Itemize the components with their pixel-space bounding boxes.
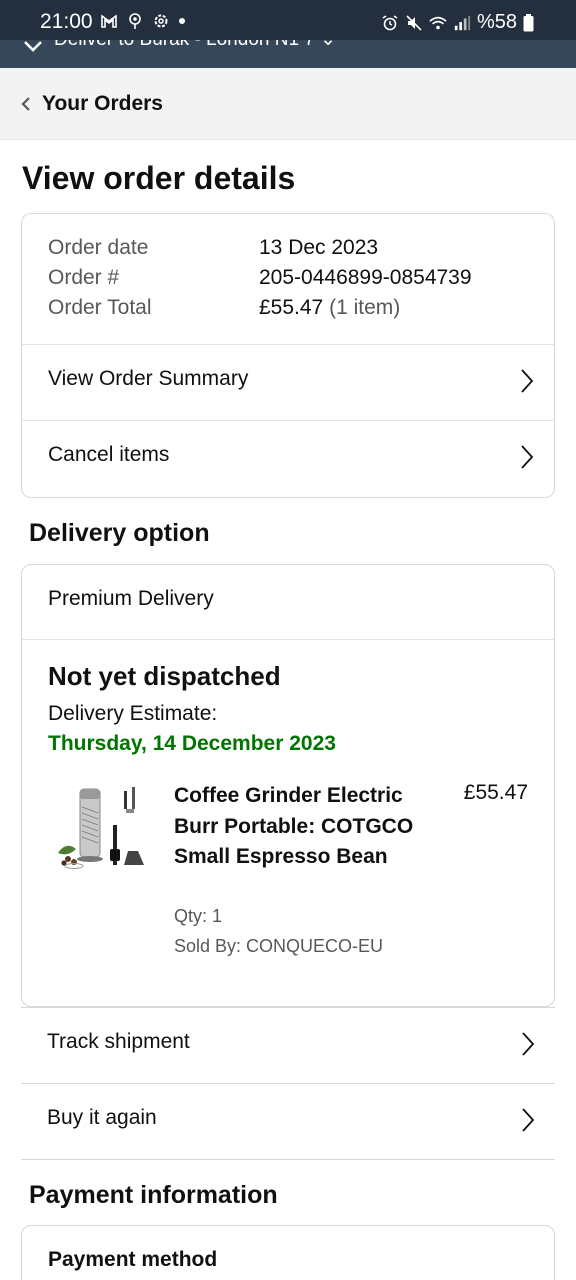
order-total-label: Order Total [48,296,152,319]
dot-icon [179,18,185,24]
order-total-items: (1 item) [329,296,401,319]
track-shipment-link[interactable]: Track shipment [21,1007,555,1083]
delivery-estimate-label: Delivery Estimate: [48,702,218,725]
view-order-summary-link[interactable]: View Order Summary [22,345,554,421]
wifi-icon [429,16,447,29]
status-time: 21:00 [40,10,93,33]
product-price: £55.47 [463,781,528,804]
status-right-icons: %58 [381,11,534,34]
breadcrumb-your-orders[interactable]: Your Orders [42,92,163,116]
gmail-icon [101,14,117,28]
settings-icon [154,14,168,28]
breadcrumb[interactable]: Your Orders [0,68,576,140]
deliver-to-bar[interactable]: Deliver to Burak - London N1 7 ⌄ [0,40,576,68]
battery-icon [523,13,534,31]
shipment-status: Not yet dispatched [48,661,281,691]
chevron-right-icon [522,1032,535,1056]
product-qty: Qty: 1 [174,906,223,926]
delivery-option-value: Premium Delivery [48,587,214,610]
order-total-value: £55.47 (1 item) [259,296,400,320]
view-order-summary-label: View Order Summary [48,367,249,390]
chevron-right-icon [521,369,534,393]
battery-percent: %58 [476,11,517,33]
order-date-value: 13 Dec 2023 [259,236,379,259]
signal-icon [454,15,471,30]
buy-it-again-label: Buy it again [47,1106,157,1129]
chevron-right-icon [522,1108,535,1132]
track-shipment-label: Track shipment [47,1030,190,1053]
product-seller: Sold By: CONQUECO-EU [174,936,384,956]
payment-card: Payment method [21,1225,555,1280]
cancel-items-link[interactable]: Cancel items [22,421,554,497]
status-bar: 21:00 %58 [0,0,576,40]
divider [22,639,554,640]
mute-icon [406,14,422,31]
page-title: View order details [22,160,296,196]
order-number-value: 205-0446899-0854739 [259,266,472,289]
chevron-right-icon [521,445,534,469]
delivery-estimate-date: Thursday, 14 December 2023 [48,732,336,755]
delivery-option-heading: Delivery option [29,519,210,547]
order-total-amount: £55.47 [259,296,324,319]
payment-information-heading: Payment information [29,1181,278,1209]
location-icon [129,13,141,29]
deliver-to-text: Deliver to Burak - London N1 7 ⌄ [54,40,336,51]
product-title[interactable]: Coffee Grinder Electric Burr Portable: C… [174,781,414,873]
order-info-card: Order date 13 Dec 2023 Order # 205-04468… [21,213,555,498]
delivery-card: Premium Delivery Not yet dispatched Deli… [21,564,555,1007]
product-image[interactable] [52,783,152,878]
chevron-down-icon [24,41,42,52]
status-left-icons [100,12,186,30]
payment-method-label: Payment method [48,1248,218,1271]
buy-it-again-link[interactable]: Buy it again [21,1083,555,1159]
order-number-label: Order # [48,266,120,289]
alarm-icon [382,14,398,30]
chevron-left-icon [21,97,30,111]
divider [21,1159,555,1160]
cancel-items-label: Cancel items [48,443,170,466]
order-date-label: Order date [48,236,149,259]
